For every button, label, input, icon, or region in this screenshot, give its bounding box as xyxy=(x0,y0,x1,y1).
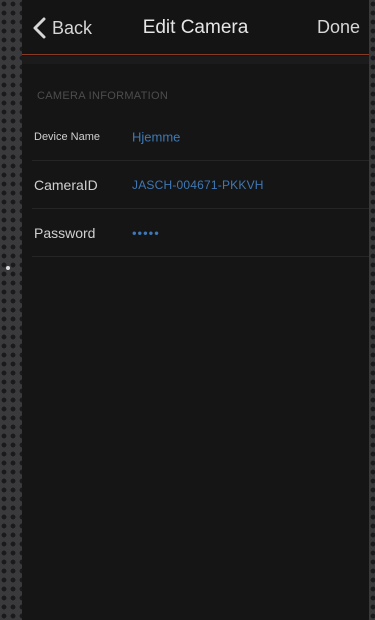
password-row[interactable]: Password ••••• xyxy=(22,209,369,257)
camera-id-row[interactable]: CameraID JASCH-004671-PKKVH xyxy=(22,161,369,209)
camera-id-field[interactable]: JASCH-004671-PKKVH xyxy=(132,178,264,192)
done-button[interactable]: Done xyxy=(317,17,360,38)
edit-camera-screen: Back Edit Camera Done CAMERA INFORMATION… xyxy=(22,0,369,620)
password-field[interactable]: ••••• xyxy=(132,226,160,241)
page-dot-indicator xyxy=(6,266,10,270)
phone-screenshot: Back Edit Camera Done CAMERA INFORMATION… xyxy=(0,0,375,620)
navigation-bar: Back Edit Camera Done xyxy=(22,0,369,56)
back-button-label: Back xyxy=(52,17,93,38)
chevron-left-icon xyxy=(33,17,46,39)
device-name-field[interactable]: Hjemme xyxy=(132,130,180,145)
nav-divider xyxy=(22,54,369,55)
password-label: Password xyxy=(34,225,96,241)
device-name-label: Device Name xyxy=(34,131,101,143)
header-band xyxy=(22,56,369,64)
device-name-row[interactable]: Device Name Hjemme xyxy=(22,113,369,161)
row-divider xyxy=(32,256,369,257)
camera-id-label: CameraID xyxy=(34,177,98,193)
back-button[interactable]: Back xyxy=(30,14,92,42)
section-header: CAMERA INFORMATION xyxy=(37,90,169,102)
